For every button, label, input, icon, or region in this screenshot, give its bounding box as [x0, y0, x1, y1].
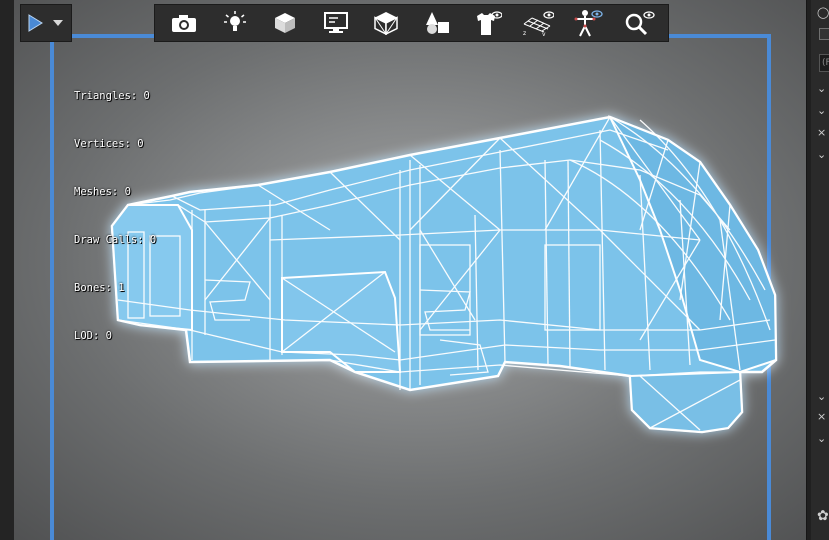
skeleton-visibility-icon [574, 10, 603, 37]
panel-header-icon: ◯ [817, 6, 829, 19]
right-side-panel: ◯ (F ⌄ ⌄ × ⌄ ⌄ × ⌄ ✿ [806, 0, 829, 540]
skeleton-visibility-button[interactable] [568, 6, 608, 40]
play-control [20, 4, 72, 42]
render-stats-overlay: Triangles: 0 Vertices: 0 Meshes: 0 Draw … [74, 56, 156, 376]
stat-bones: Bones: 1 [74, 282, 125, 294]
stat-vertices: Vertices: 0 [74, 138, 144, 150]
grid-visibility-button[interactable]: z y [518, 6, 558, 40]
collapse-chevron-icon[interactable]: ⌄ [817, 148, 826, 161]
svg-text:z: z [523, 30, 526, 36]
collapse-chevron-icon[interactable]: ⌄ [817, 432, 826, 445]
shapes-icon [425, 12, 449, 34]
svg-text:y: y [542, 31, 546, 36]
monitor-icon [323, 12, 348, 33]
play-options-dropdown[interactable] [49, 5, 67, 41]
chevron-down-icon [53, 20, 63, 26]
grid-visibility-icon: z y [523, 11, 554, 36]
stat-triangles: Triangles: 0 [74, 90, 150, 102]
play-button[interactable] [21, 5, 49, 41]
camera-icon [172, 15, 197, 32]
wireframe-cube-icon [374, 12, 398, 35]
close-icon[interactable]: × [817, 410, 826, 423]
primitives-button[interactable] [417, 6, 457, 40]
panel-filter-field[interactable]: (F [819, 54, 829, 72]
camera-button[interactable] [164, 6, 204, 40]
stat-lod: LOD: 0 [74, 330, 112, 342]
lighting-button[interactable] [215, 6, 255, 40]
stat-draw-calls: Draw Calls: 0 [74, 234, 157, 246]
solid-shading-button[interactable] [265, 6, 305, 40]
settings-gear-icon[interactable]: ✿ [817, 508, 829, 524]
mesh-visibility-button[interactable] [467, 6, 507, 40]
light-bulb-icon [223, 11, 246, 31]
close-icon[interactable]: × [817, 126, 826, 139]
search-visibility-button[interactable] [619, 6, 659, 40]
tshirt-visibility-icon [477, 11, 503, 35]
display-settings-button[interactable] [316, 6, 356, 40]
cube-icon [275, 13, 296, 33]
wireframe-button[interactable] [366, 6, 406, 40]
panel-checkbox[interactable] [819, 28, 829, 40]
play-icon [28, 14, 43, 32]
panel-scrollbar[interactable] [807, 0, 811, 540]
viewport-toolbar: z y [154, 4, 669, 42]
collapse-chevron-icon[interactable]: ⌄ [817, 82, 826, 95]
collapse-chevron-icon[interactable]: ⌄ [817, 390, 826, 403]
search-visibility-icon [625, 11, 655, 36]
3d-viewport[interactable]: Triangles: 0 Vertices: 0 Meshes: 0 Draw … [0, 0, 806, 540]
collapse-chevron-icon[interactable]: ⌄ [817, 104, 826, 117]
stat-meshes: Meshes: 0 [74, 186, 131, 198]
